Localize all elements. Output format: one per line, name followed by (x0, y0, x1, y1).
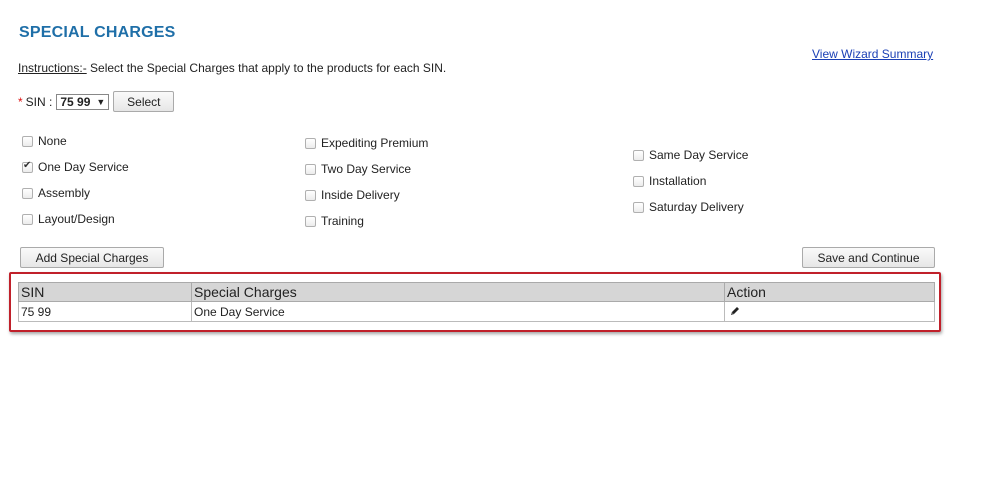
option-label: Layout/Design (38, 212, 115, 226)
option-none[interactable]: None (22, 134, 67, 148)
required-mark: * (18, 94, 23, 109)
option-one-day-service[interactable]: One Day Service (22, 160, 129, 174)
option-layout-design[interactable]: Layout/Design (22, 212, 115, 226)
view-wizard-summary-link[interactable]: View Wizard Summary (812, 47, 933, 61)
table-header-row: SIN Special Charges Action (18, 282, 935, 302)
option-label: Same Day Service (649, 148, 749, 162)
checkbox-checked-icon[interactable] (22, 160, 33, 173)
option-label: Installation (649, 174, 707, 188)
special-charges-table: SIN Special Charges Action 75 99 One Day… (18, 282, 935, 322)
checkbox-icon[interactable] (633, 149, 644, 161)
checkbox-icon[interactable] (305, 189, 316, 201)
sin-row: * SIN : 75 99 ▼ Select (18, 91, 175, 112)
save-and-continue-button[interactable]: Save and Continue (802, 247, 935, 268)
option-inside-delivery[interactable]: Inside Delivery (305, 188, 400, 202)
instructions-text: Select the Special Charges that apply to… (86, 61, 447, 75)
add-special-charges-button[interactable]: Add Special Charges (20, 247, 164, 268)
checkbox-icon[interactable] (305, 163, 316, 175)
cell-action (724, 301, 935, 322)
option-label: Expediting Premium (321, 136, 429, 150)
checkbox-icon[interactable] (22, 213, 33, 225)
option-assembly[interactable]: Assembly (22, 186, 90, 200)
sin-label: SIN : (25, 94, 53, 109)
column-header-sin: SIN (18, 282, 192, 302)
sin-dropdown[interactable]: 75 99 ▼ (56, 93, 110, 110)
checkbox-icon[interactable] (22, 135, 33, 147)
checkbox-icon[interactable] (22, 187, 33, 199)
option-label: Saturday Delivery (649, 200, 744, 214)
option-expediting-premium[interactable]: Expediting Premium (305, 136, 428, 150)
instructions-label: Instructions:- (18, 61, 87, 75)
option-label: Training (321, 214, 364, 228)
option-label: Two Day Service (321, 162, 412, 176)
sin-dropdown-value: 75 99 (60, 94, 91, 109)
option-training[interactable]: Training (305, 214, 364, 228)
option-saturday-delivery[interactable]: Saturday Delivery (633, 200, 744, 214)
select-button[interactable]: Select (113, 91, 175, 112)
column-header-special-charges: Special Charges (191, 282, 725, 302)
table-row: 75 99 One Day Service (18, 301, 935, 322)
cell-sin: 75 99 (18, 301, 192, 322)
checkbox-icon[interactable] (633, 201, 644, 213)
option-installation[interactable]: Installation (633, 174, 706, 188)
option-label: None (38, 134, 67, 148)
option-label: One Day Service (38, 160, 129, 174)
cell-special-charge: One Day Service (191, 301, 725, 322)
checkbox-icon[interactable] (633, 175, 644, 187)
option-two-day-service[interactable]: Two Day Service (305, 162, 411, 176)
page-title: SPECIAL CHARGES (19, 24, 176, 41)
column-header-action: Action (724, 282, 935, 302)
dropdown-arrow-icon: ▼ (96, 96, 106, 107)
option-label: Assembly (38, 186, 91, 200)
instructions: Instructions:- Select the Special Charge… (18, 61, 446, 75)
option-label: Inside Delivery (321, 188, 400, 202)
option-same-day-service[interactable]: Same Day Service (633, 148, 748, 162)
checkbox-icon[interactable] (305, 137, 316, 149)
pencil-icon[interactable] (730, 305, 740, 319)
checkbox-icon[interactable] (305, 215, 316, 227)
